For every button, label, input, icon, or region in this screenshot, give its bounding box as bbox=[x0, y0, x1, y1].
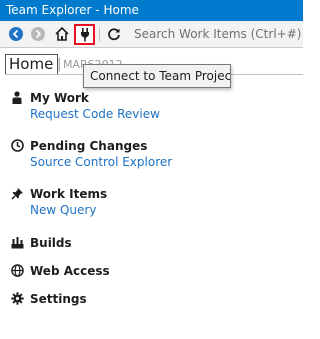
refresh-button[interactable] bbox=[104, 24, 124, 44]
section-title-work-items: Work Items bbox=[30, 186, 108, 201]
forward-arrow-icon bbox=[31, 27, 45, 41]
section-header-settings[interactable]: Settings bbox=[10, 290, 87, 307]
toolbar: Search Work Items (Ctrl+#) bbox=[0, 21, 303, 48]
forward-button[interactable] bbox=[29, 24, 47, 44]
section-title-web-access: Web Access bbox=[30, 263, 110, 278]
search-input[interactable]: Search Work Items (Ctrl+#) bbox=[128, 24, 303, 45]
back-button[interactable] bbox=[7, 24, 25, 44]
plug-icon bbox=[80, 28, 89, 42]
connect-button[interactable] bbox=[74, 24, 95, 45]
section-title-pending-changes: Pending Changes bbox=[30, 138, 148, 153]
pin-icon bbox=[10, 187, 24, 201]
section-title-my-work: My Work bbox=[30, 90, 89, 105]
section-web-access: Web Access bbox=[10, 262, 110, 279]
section-work-items: Work Items New Query bbox=[10, 185, 107, 219]
home-button[interactable] bbox=[52, 24, 72, 44]
section-title-builds: Builds bbox=[30, 235, 72, 250]
refresh-icon bbox=[108, 28, 120, 41]
gear-icon bbox=[10, 292, 24, 306]
section-header-pending-changes[interactable]: Pending Changes bbox=[10, 137, 172, 154]
builds-icon bbox=[10, 236, 24, 250]
section-header-builds[interactable]: Builds bbox=[10, 234, 72, 251]
section-my-work: My Work Request Code Review bbox=[10, 89, 160, 123]
globe-icon bbox=[10, 264, 24, 278]
section-header-work-items[interactable]: Work Items bbox=[10, 185, 107, 202]
back-arrow-icon bbox=[9, 27, 23, 41]
clock-icon bbox=[10, 139, 24, 153]
section-header-my-work[interactable]: My Work bbox=[10, 89, 160, 106]
toolbar-separator bbox=[99, 27, 100, 42]
new-query-link[interactable]: New Query bbox=[30, 202, 107, 219]
page-title: Home bbox=[5, 54, 59, 74]
window-title-bar: Team Explorer - Home bbox=[0, 0, 303, 21]
section-header-web-access[interactable]: Web Access bbox=[10, 262, 110, 279]
person-icon bbox=[10, 91, 24, 105]
section-builds: Builds bbox=[10, 234, 72, 251]
header-separator: | bbox=[57, 57, 62, 72]
window-title: Team Explorer - Home bbox=[6, 3, 139, 17]
section-title-settings: Settings bbox=[30, 291, 87, 306]
section-settings: Settings bbox=[10, 290, 87, 307]
source-control-explorer-link[interactable]: Source Control Explorer bbox=[30, 154, 172, 171]
request-code-review-link[interactable]: Request Code Review bbox=[30, 106, 160, 123]
home-icon bbox=[55, 26, 69, 41]
section-pending-changes: Pending Changes Source Control Explorer bbox=[10, 137, 172, 171]
connect-tooltip: Connect to Team Projects bbox=[83, 64, 231, 88]
